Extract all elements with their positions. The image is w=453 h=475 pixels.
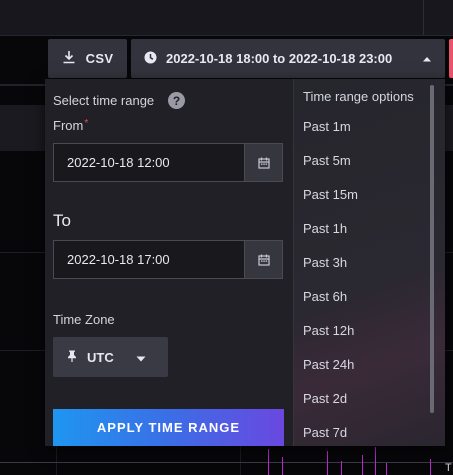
to-date-value[interactable]: 2022-10-18 17:00 [54,252,244,267]
chart-spike [375,447,376,475]
csv-export-button[interactable]: CSV [48,39,127,78]
caret-up-icon [422,51,432,66]
calendar-icon[interactable] [244,144,282,181]
pin-icon [67,350,77,365]
option-past-15m[interactable]: Past 15m [303,187,358,202]
chart-spike [341,461,342,475]
time-range-options: Time range options Past 1m Past 5m Past … [293,79,445,446]
chart-spike [327,451,328,475]
option-past-2d[interactable]: Past 2d [303,391,347,406]
csv-label: CSV [85,51,114,66]
to-date-field[interactable]: 2022-10-18 17:00 [53,240,283,279]
option-past-1h[interactable]: Past 1h [303,221,347,236]
from-date-field[interactable]: 2022-10-18 12:00 [53,143,283,182]
chart-spike [362,455,363,475]
options-title: Time range options [303,89,414,104]
chart-spike [268,449,269,475]
option-past-5m[interactable]: Past 5m [303,153,351,168]
download-icon [62,50,76,67]
clock-icon [144,51,157,67]
time-range-button[interactable]: 2022-10-18 18:00 to 2022-10-18 23:00 [131,39,445,78]
option-past-6h[interactable]: Past 6h [303,289,347,304]
from-label-text: From [53,118,84,133]
caret-down-icon [136,350,146,365]
corner-glyph: T [445,462,452,474]
custom-range-form: Select time range ? From* 2022-10-18 12:… [45,79,292,446]
adjacent-button-edge[interactable] [449,39,453,78]
timezone-select[interactable]: UTC [53,337,168,377]
option-past-24h[interactable]: Past 24h [303,357,354,372]
chart-spike [430,459,431,475]
time-range-dropdown: Select time range ? From* 2022-10-18 12:… [45,79,445,446]
option-past-7d[interactable]: Past 7d [303,425,347,440]
option-past-1m[interactable]: Past 1m [303,119,351,134]
calendar-icon[interactable] [244,241,282,278]
select-time-range-title: Select time range [53,93,155,108]
option-past-12h[interactable]: Past 12h [303,323,354,338]
required-mark: * [84,118,89,129]
dashboard-topbar [0,0,453,36]
to-heading: To [53,211,71,230]
apply-time-range-button[interactable]: APPLY TIME RANGE [53,409,284,446]
timezone-value: UTC [87,349,114,365]
options-scrollbar[interactable] [430,85,434,413]
option-past-3h[interactable]: Past 3h [303,255,347,270]
help-icon[interactable]: ? [168,92,185,109]
chart-spike [386,463,387,475]
chart-spike [282,457,283,475]
time-range-label: 2022-10-18 18:00 to 2022-10-18 23:00 [166,51,393,66]
topbar-divider [423,0,424,35]
from-date-value[interactable]: 2022-10-18 12:00 [54,155,244,170]
timezone-label: Time Zone [53,312,115,327]
from-label: From* [53,118,88,133]
